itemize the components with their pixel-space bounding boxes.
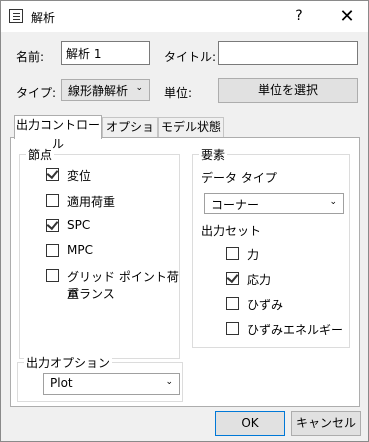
output-options-group-title: 出力オプション <box>24 354 113 371</box>
help-button[interactable]: ? <box>284 1 314 32</box>
nodes-group-title: 節点 <box>26 146 55 163</box>
analysis-dialog: 解析 ? ✕ 名前: 解析 1 タイトル: タイプ: 線形静解析 ⌄ 単位: 単… <box>0 0 369 442</box>
close-button[interactable]: ✕ <box>326 1 368 32</box>
tab-model-state[interactable]: モデル状態 <box>158 117 224 137</box>
document-icon <box>9 9 23 23</box>
tab-options[interactable]: オプション <box>102 117 158 153</box>
checkbox-strain-label: ひずみ <box>247 298 284 312</box>
output-options-group: 出力オプション Plot ⌄ <box>17 354 183 402</box>
checkbox-stress[interactable] <box>226 270 239 285</box>
output-options-select[interactable]: Plot ⌄ <box>43 373 180 395</box>
checkbox-displacement[interactable] <box>46 166 59 181</box>
type-select-value: 線形静解析 <box>68 84 129 98</box>
checkbox-strain-energy[interactable] <box>226 322 239 335</box>
elements-group: 要素 データ タイプ コーナー ⌄ 出力セット 力 応力 ひずみ ひずみエネルギ… <box>192 146 350 348</box>
chevron-down-icon: ⌄ <box>165 377 173 387</box>
chevron-down-icon: ⌄ <box>135 83 143 93</box>
output-options-select-value: Plot <box>50 376 73 390</box>
checkbox-strain-energy-label: ひずみエネルギー <box>247 323 344 337</box>
select-unit-button[interactable]: 単位を選択 <box>218 78 358 103</box>
output-control-panel: 節点 変位 適用荷重 SPC MPC グリッド ポイント荷重 バランス 要素 デ… <box>10 137 360 407</box>
checkbox-grid-point-load-label-2: バランス <box>67 287 115 301</box>
checkbox-displacement-label: 変位 <box>67 169 92 183</box>
output-set-label: 出力セット <box>201 224 262 238</box>
window-title: 解析 <box>31 11 56 25</box>
checkbox-spc[interactable] <box>46 217 59 232</box>
checkbox-stress-label: 応力 <box>247 273 272 287</box>
checkbox-mpc-label: MPC <box>67 243 93 257</box>
checkbox-applied-load-label: 適用荷重 <box>67 195 116 209</box>
data-type-label: データ タイプ <box>201 171 277 185</box>
unit-label: 単位: <box>164 86 193 100</box>
ok-button[interactable]: OK <box>215 411 285 436</box>
checkbox-strain[interactable] <box>226 297 239 310</box>
nodes-group: 節点 変位 適用荷重 SPC MPC グリッド ポイント荷重 バランス <box>19 146 180 359</box>
checkbox-spc-label: SPC <box>67 218 91 232</box>
elements-group-title: 要素 <box>199 146 228 163</box>
tab-output-control[interactable]: 出力コントロール <box>14 115 102 151</box>
type-label: タイプ: <box>16 86 57 100</box>
chevron-down-icon: ⌄ <box>329 197 337 207</box>
type-select[interactable]: 線形静解析 ⌄ <box>61 79 150 101</box>
checkbox-grid-point-load[interactable] <box>46 269 59 282</box>
checkbox-force[interactable] <box>226 247 239 260</box>
checkbox-force-label: 力 <box>247 248 260 262</box>
title-label: タイトル: <box>164 50 217 64</box>
name-input[interactable]: 解析 1 <box>61 41 150 65</box>
title-bar: 解析 ? ✕ <box>1 1 368 32</box>
data-type-select[interactable]: コーナー ⌄ <box>204 193 344 214</box>
checkbox-applied-load[interactable] <box>46 194 59 207</box>
data-type-select-value: コーナー <box>211 198 260 212</box>
name-label: 名前: <box>16 50 45 64</box>
cancel-button[interactable]: キャンセル <box>291 411 361 436</box>
checkbox-mpc[interactable] <box>46 244 59 257</box>
title-input[interactable] <box>218 41 358 65</box>
